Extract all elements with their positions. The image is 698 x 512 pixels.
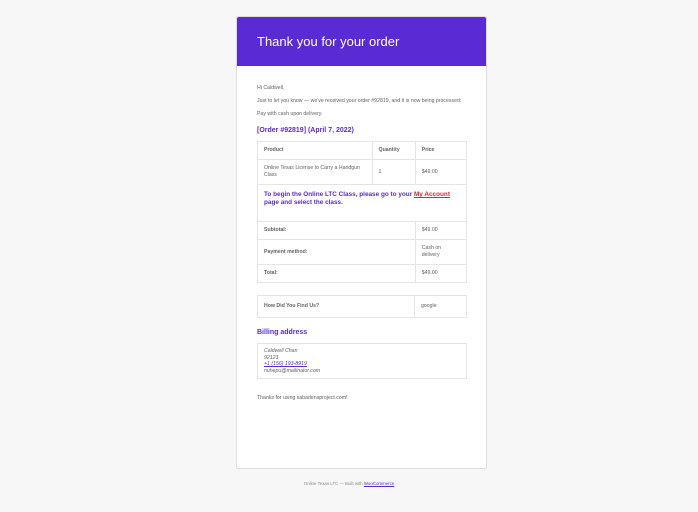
billing-email: nuhepu@mailinator.com: [264, 367, 321, 374]
woocommerce-link[interactable]: WooCommerce: [364, 481, 394, 486]
survey-question: How Did You Find Us?: [257, 295, 415, 318]
billing-postcode: 92123: [264, 354, 279, 361]
order-item-row: Online Texas License to Carry a Handgun …: [257, 159, 468, 185]
footer-text: Online Texas LTC — Built with: [303, 481, 364, 486]
payment-method-value: Cash on delivery: [414, 239, 468, 265]
ltc-instructions-row: To begin the Online LTC Class, please go…: [257, 184, 467, 222]
email-header: Thank you for your order: [237, 17, 486, 66]
my-account-link[interactable]: My Account: [414, 191, 450, 198]
total-row: Total: $49.00: [257, 264, 468, 283]
subtotal-row: Subtotal: $49.00: [257, 221, 468, 240]
email-footer: Online Texas LTC — Built with WooCommerc…: [0, 481, 698, 487]
item-product-name: Online Texas License to Carry a Handgun …: [257, 159, 373, 185]
ltc-instructions-after: page and select the class.: [264, 199, 343, 206]
payment-method-label: Payment method:: [257, 239, 416, 265]
thanks-text: Thanks for using sabadensproject.com!: [257, 395, 348, 402]
order-intro-text: Just to let you know — we've received yo…: [257, 98, 462, 104]
order-table-header-row: Product Quantity Price: [257, 141, 468, 160]
ltc-instructions-before: To begin the Online LTC Class, please go…: [264, 191, 414, 198]
item-quantity: 1: [371, 159, 416, 185]
greeting-text: Hi Caldwell,: [257, 85, 285, 91]
order-heading: [Order #92819] (April 7, 2022): [257, 127, 354, 134]
item-price: $49.00: [414, 159, 468, 185]
email-page: Thank you for your order Hi Caldwell, Ju…: [0, 0, 698, 512]
payment-note-text: Pay with cash upon delivery.: [257, 111, 323, 117]
billing-address-heading: Billing address: [257, 329, 308, 336]
total-value: $49.00: [414, 264, 468, 283]
billing-address-box: Caldwell Chan 92123 +1 (156) 193-8919 nu…: [257, 343, 467, 380]
survey-answer: google: [414, 295, 467, 318]
price-column-header: Price: [414, 141, 468, 160]
billing-phone-link[interactable]: +1 (156) 193-8919: [264, 361, 460, 368]
product-column-header: Product: [257, 141, 373, 160]
email-header-title: Thank you for your order: [257, 34, 400, 49]
subtotal-value: $49.00: [414, 221, 468, 240]
quantity-column-header: Quantity: [371, 141, 416, 160]
payment-method-row: Payment method: Cash on delivery: [257, 239, 468, 265]
ltc-instructions: To begin the Online LTC Class, please go…: [257, 184, 467, 222]
subtotal-label: Subtotal:: [257, 221, 416, 240]
order-email-card: Thank you for your order Hi Caldwell, Ju…: [236, 16, 487, 469]
total-label: Total:: [257, 264, 416, 283]
email-body: Hi Caldwell, Just to let you know — we'v…: [237, 66, 486, 402]
survey-table: How Did You Find Us? google: [257, 295, 467, 318]
survey-row: How Did You Find Us? google: [257, 295, 467, 318]
billing-name: Caldwell Chan: [264, 348, 298, 354]
order-details-table: Product Quantity Price Online Texas Lice…: [257, 141, 468, 283]
